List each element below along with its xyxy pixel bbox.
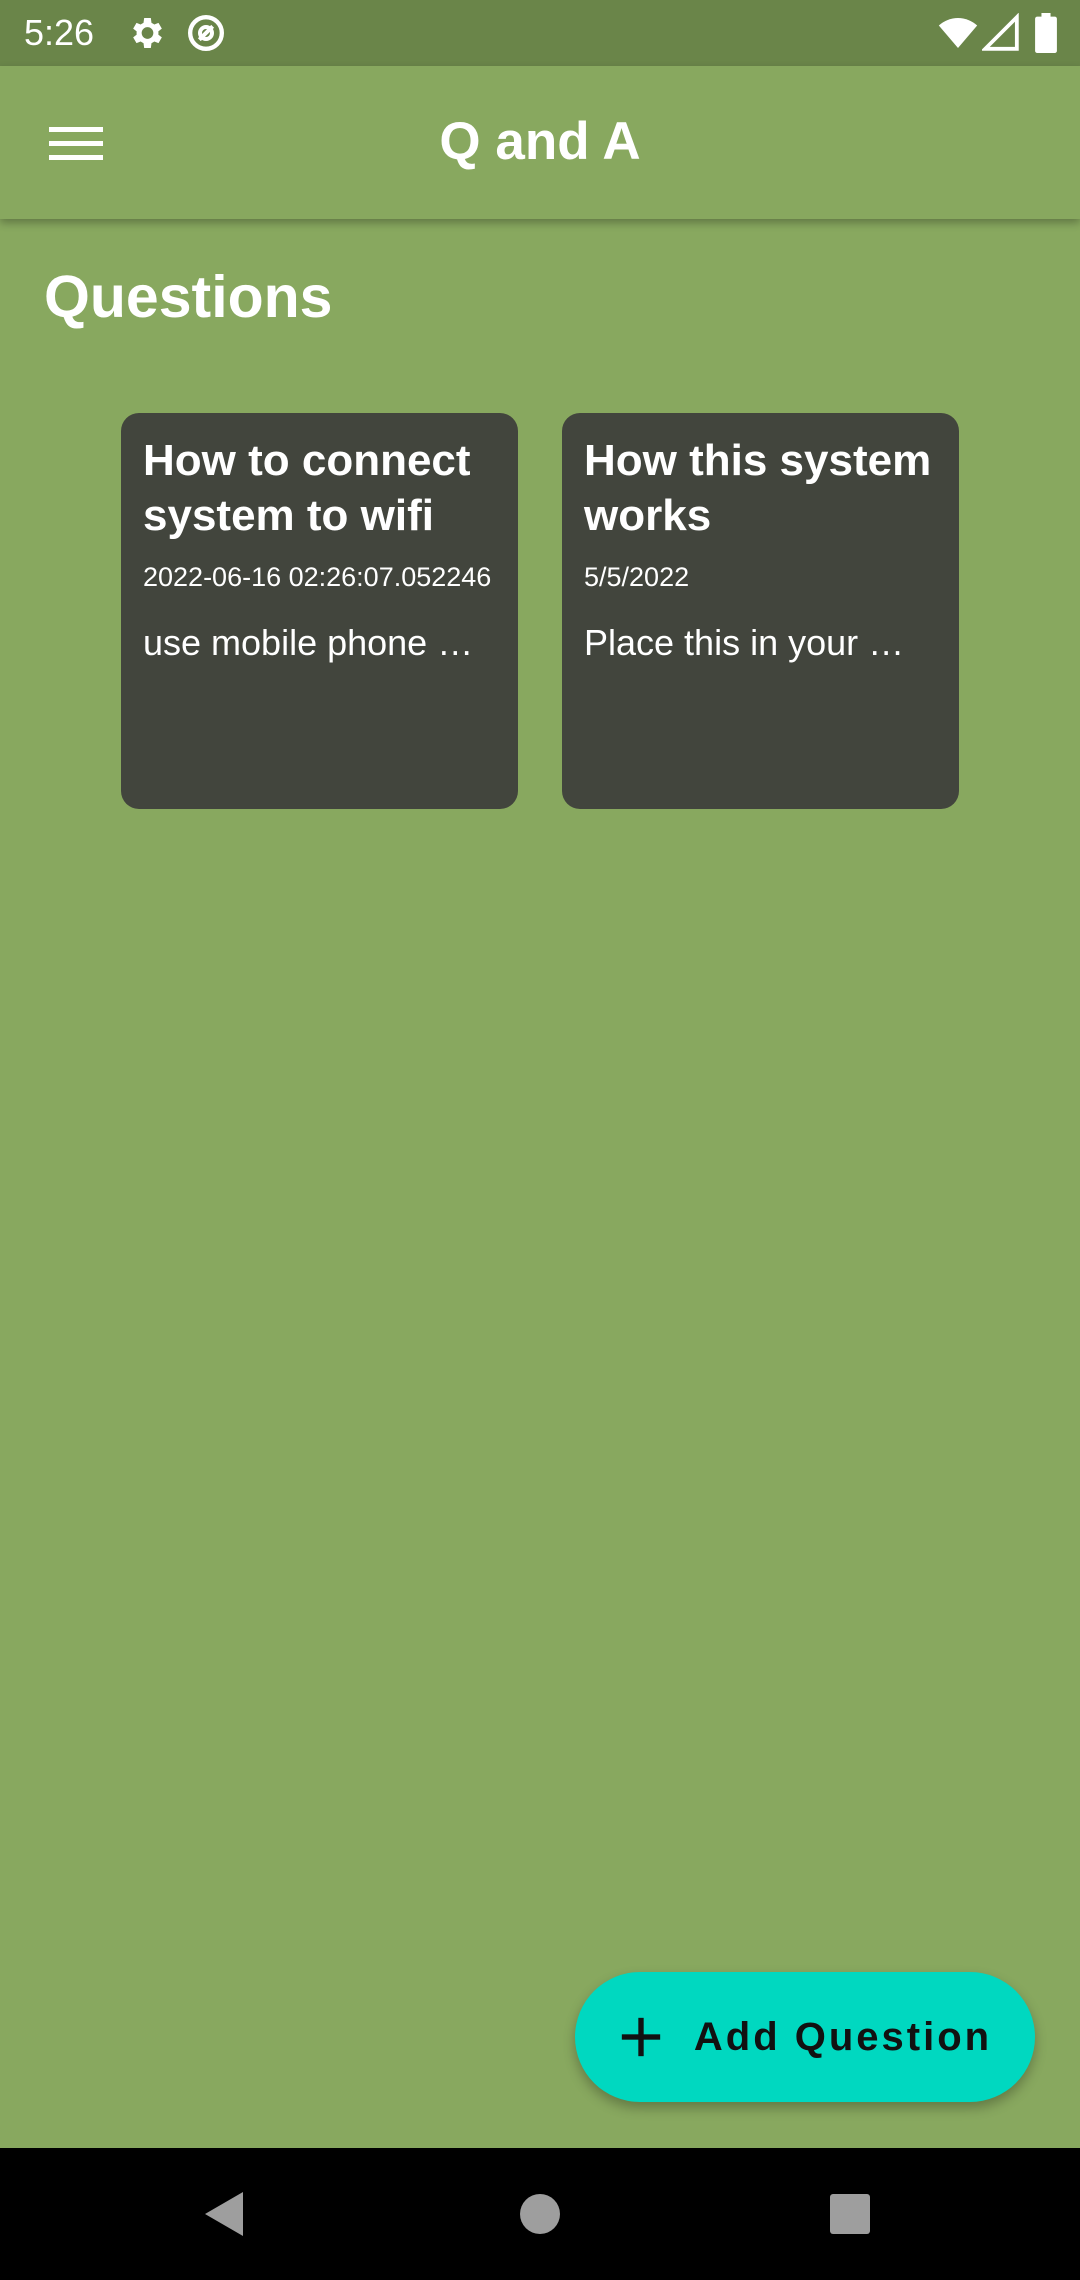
plus-icon [621,2017,661,2057]
gear-icon [126,13,166,58]
battery-icon [1034,13,1058,58]
add-question-button[interactable]: Add Question [575,1972,1035,2102]
cellular-signal-icon [980,12,1020,58]
app-title: Q and A [439,112,641,171]
question-date: 2022-06-16 02:26:07.052246 [143,562,492,592]
question-date: 5/5/2022 [584,562,690,592]
navigation-bar [0,2148,1080,2280]
home-icon[interactable] [508,2182,572,2246]
add-question-label: Add Question [693,2015,993,2059]
question-title: How this system works [584,436,932,540]
status-time: 5:26 [24,12,95,53]
wifi-icon [938,13,978,58]
question-snippet: use mobile phone … [143,622,474,663]
recents-icon[interactable] [818,2182,882,2246]
status-bar: 5:26 [0,0,1080,66]
page-title: Questions [44,264,333,330]
at-sign-icon [186,13,226,58]
app-bar: Q and A [0,66,1080,219]
question-snippet: Place this in your … [584,622,905,663]
question-title: How to connect system to wifi [143,436,471,540]
back-icon[interactable] [193,2182,257,2246]
question-card[interactable]: How this system works 5/5/2022 Place thi… [562,413,959,809]
question-card[interactable]: How to connect system to wifi 2022-06-16… [121,413,518,809]
